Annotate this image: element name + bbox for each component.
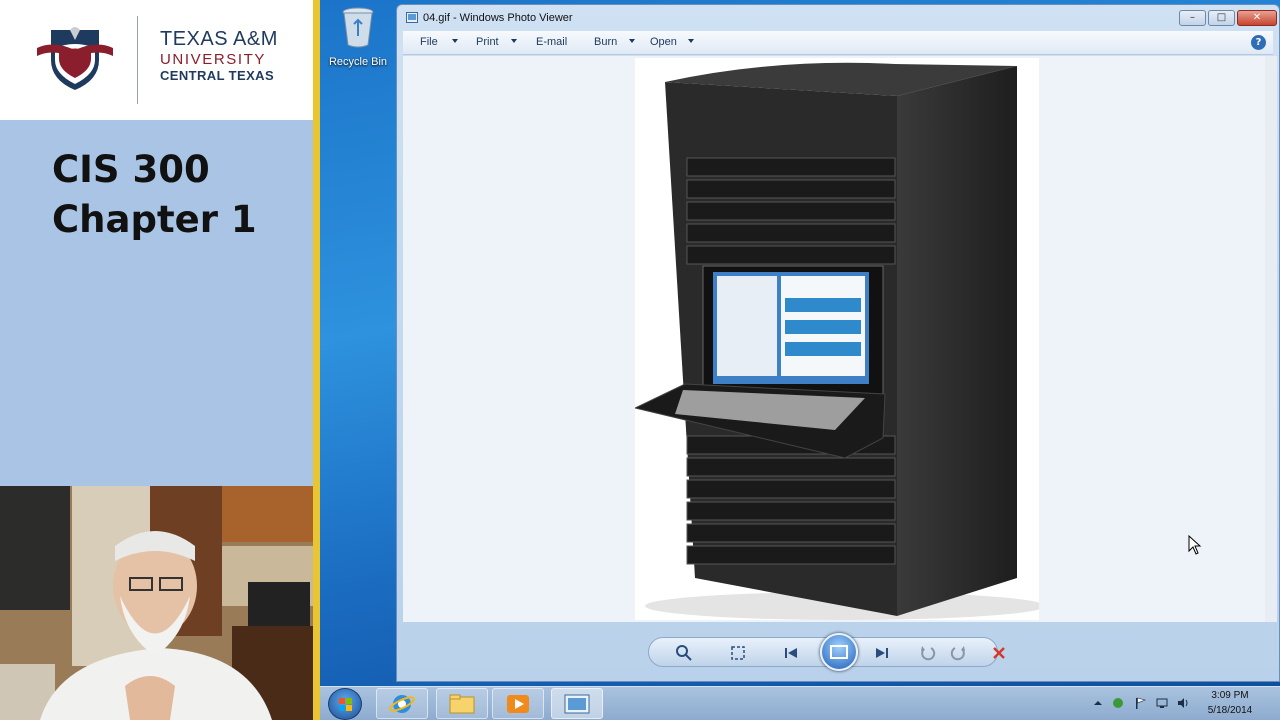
menu-print-chevron-down-icon[interactable] bbox=[511, 39, 517, 43]
university-logo: TEXAS A&M UNIVERSITY CENTRAL TEXAS bbox=[0, 0, 316, 120]
logo-text-central-texas: CENTRAL TEXAS bbox=[160, 68, 275, 83]
window-titlebar[interactable]: 04.gif - Windows Photo Viewer – □ ✕ bbox=[397, 5, 1279, 31]
photo-viewer-window: 04.gif - Windows Photo Viewer – □ ✕ File… bbox=[396, 4, 1280, 682]
menu-burn[interactable]: Burn bbox=[594, 36, 617, 48]
slide-border bbox=[313, 0, 320, 720]
rotate-counterclockwise-icon[interactable] bbox=[919, 644, 937, 662]
slideshow-button[interactable] bbox=[820, 633, 858, 671]
taskbar-windows-explorer[interactable] bbox=[436, 688, 488, 719]
vertical-scrollbar[interactable] bbox=[1265, 56, 1277, 622]
slide-title: CIS 300 Chapter 1 bbox=[52, 145, 257, 245]
media-player-icon bbox=[507, 695, 529, 713]
windows-logo-icon bbox=[339, 698, 352, 711]
menu-open-chevron-down-icon[interactable] bbox=[688, 39, 694, 43]
taskbar-photo-viewer[interactable] bbox=[551, 688, 603, 719]
volume-icon[interactable] bbox=[1177, 697, 1189, 709]
menu-email[interactable]: E-mail bbox=[536, 36, 567, 48]
window-title: 04.gif - Windows Photo Viewer bbox=[423, 12, 573, 24]
taskbar-internet-explorer[interactable] bbox=[376, 688, 428, 719]
recycle-bin-label: Recycle Bin bbox=[328, 56, 388, 68]
image-viewport bbox=[403, 56, 1271, 622]
restore-icon: □ bbox=[1216, 12, 1227, 23]
rotate-clockwise-icon[interactable] bbox=[949, 644, 967, 662]
zoom-icon[interactable] bbox=[675, 644, 693, 662]
delete-icon[interactable] bbox=[990, 644, 1008, 662]
menu-file-chevron-down-icon[interactable] bbox=[452, 39, 458, 43]
previous-icon[interactable] bbox=[782, 644, 800, 662]
start-button[interactable] bbox=[328, 688, 362, 720]
logo-text-university: UNIVERSITY bbox=[160, 51, 267, 68]
actual-size-icon[interactable] bbox=[729, 644, 747, 662]
clock-date[interactable]: 5/18/2014 bbox=[1200, 705, 1260, 716]
photo-viewer-icon bbox=[564, 694, 590, 714]
recycle-bin-icon bbox=[342, 7, 374, 48]
taskbar-media-player[interactable] bbox=[492, 688, 544, 719]
close-button[interactable]: ✕ bbox=[1237, 10, 1277, 26]
menu-open[interactable]: Open bbox=[650, 36, 677, 48]
webcam-image bbox=[0, 486, 313, 720]
logo-text-texas-am: TEXAS A&M bbox=[160, 28, 278, 50]
windows-explorer-icon bbox=[449, 694, 475, 714]
next-icon[interactable] bbox=[873, 644, 891, 662]
logo-divider bbox=[137, 16, 138, 104]
help-icon[interactable]: ? bbox=[1251, 35, 1266, 50]
taskbar: 3:09 PM 5/18/2014 bbox=[320, 686, 1280, 720]
slide-title-course: CIS 300 bbox=[52, 148, 210, 191]
internet-explorer-icon bbox=[389, 695, 415, 713]
mouse-cursor-icon bbox=[1188, 535, 1202, 555]
webcam-feed bbox=[0, 486, 313, 720]
displayed-image bbox=[635, 58, 1039, 620]
server-rack-illustration bbox=[635, 62, 1039, 620]
clock-time[interactable]: 3:09 PM bbox=[1200, 690, 1260, 701]
recycle-bin-shortcut[interactable]: Recycle Bin bbox=[326, 6, 390, 68]
slide-title-chapter: Chapter 1 bbox=[52, 198, 257, 241]
show-hidden-icons-icon[interactable] bbox=[1092, 697, 1104, 709]
minimize-button[interactable]: – bbox=[1179, 10, 1206, 26]
network-status-icon[interactable] bbox=[1112, 697, 1124, 709]
maximize-button[interactable]: □ bbox=[1208, 10, 1235, 26]
menu-file[interactable]: File bbox=[420, 36, 438, 48]
photo-viewer-app-icon bbox=[406, 12, 418, 23]
menu-bar: File Print E-mail Burn Open ? bbox=[403, 31, 1273, 55]
menu-print[interactable]: Print bbox=[476, 36, 499, 48]
menu-burn-chevron-down-icon[interactable] bbox=[629, 39, 635, 43]
network-icon[interactable] bbox=[1156, 697, 1168, 709]
minimize-icon: – bbox=[1190, 12, 1195, 23]
slideshow-icon bbox=[830, 645, 848, 659]
close-icon: ✕ bbox=[1252, 12, 1262, 23]
shield-logo-icon bbox=[37, 27, 113, 90]
viewer-controls bbox=[648, 633, 1005, 671]
action-center-flag-icon[interactable] bbox=[1134, 697, 1146, 709]
